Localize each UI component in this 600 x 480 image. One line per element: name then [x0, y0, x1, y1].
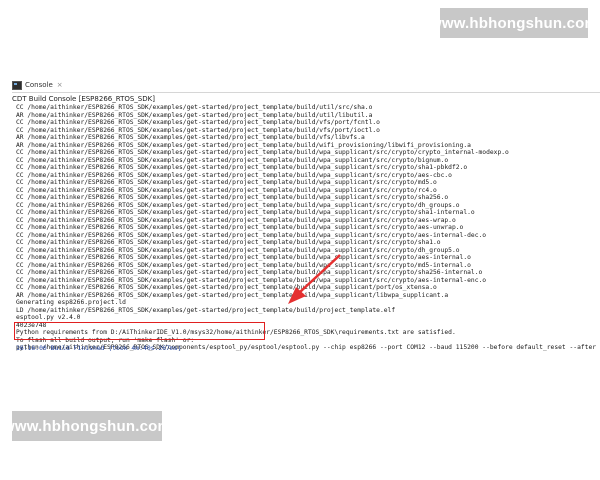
divider — [12, 92, 600, 93]
console-line: LD /home/aithinker/ESP8266_RTOS_SDK/exam… — [16, 306, 396, 314]
console-line: CC /home/aithinker/ESP8266_RTOS_SDK/exam… — [16, 186, 437, 194]
console-line: CC /home/aithinker/ESP8266_RTOS_SDK/exam… — [16, 284, 437, 291]
console-line: CC /home/aithinker/ESP8266_RTOS_SDK/exam… — [16, 276, 487, 284]
console-line: CC /home/aithinker/ESP8266_RTOS_SDK/exam… — [16, 231, 487, 239]
watermark-bottom: www.hbhongshun.com — [3, 411, 171, 441]
build-finished-line: 16:16:00 Build Finished (took 4m:40s.267… — [16, 344, 182, 352]
console-line: CC /home/aithinker/ESP8266_RTOS_SDK/exam… — [16, 254, 471, 261]
console-line: CC /home/aithinker/ESP8266_RTOS_SDK/exam… — [16, 246, 460, 254]
console-line: CC /home/aithinker/ESP8266_RTOS_SDK/exam… — [16, 224, 464, 231]
console-line: CC /home/aithinker/ESP8266_RTOS_SDK/exam… — [16, 239, 441, 246]
console-output[interactable]: CC /home/aithinker/ESP8266_RTOS_SDK/exam… — [16, 104, 600, 359]
console-line: CC /home/aithinker/ESP8266_RTOS_SDK/exam… — [16, 171, 452, 179]
console-tab-label: Console — [25, 81, 53, 89]
console-line: esptool.py v2.4.0 — [16, 314, 81, 321]
highlight-box — [14, 322, 265, 340]
console-line: AR /home/aithinker/ESP8266_RTOS_SDK/exam… — [16, 291, 449, 299]
console-line: AR /home/aithinker/ESP8266_RTOS_SDK/exam… — [16, 134, 365, 141]
console-line: CC /home/aithinker/ESP8266_RTOS_SDK/exam… — [16, 156, 449, 164]
close-icon[interactable]: × — [57, 81, 63, 89]
console-line: CC /home/aithinker/ESP8266_RTOS_SDK/exam… — [16, 261, 471, 269]
console-line: CC /home/aithinker/ESP8266_RTOS_SDK/exam… — [16, 119, 380, 126]
console-line: CC /home/aithinker/ESP8266_RTOS_SDK/exam… — [16, 164, 468, 171]
console-line: CC /home/aithinker/ESP8266_RTOS_SDK/exam… — [16, 126, 380, 134]
console-line: CC /home/aithinker/ESP8266_RTOS_SDK/exam… — [16, 216, 456, 224]
console-view-tab[interactable]: Console × — [12, 80, 600, 90]
console-line: AR /home/aithinker/ESP8266_RTOS_SDK/exam… — [16, 111, 373, 119]
console-line: CC /home/aithinker/ESP8266_RTOS_SDK/exam… — [16, 149, 509, 156]
console-line: CC /home/aithinker/ESP8266_RTOS_SDK/exam… — [16, 209, 475, 216]
watermark-top: www.hbhongshun.com — [430, 8, 598, 38]
console-icon — [12, 80, 22, 90]
console-line: Generating esp8266.project.ld — [16, 299, 126, 306]
console-line: CC /home/aithinker/ESP8266_RTOS_SDK/exam… — [16, 201, 460, 209]
console-line: CC /home/aithinker/ESP8266_RTOS_SDK/exam… — [16, 179, 437, 186]
console-line: CC /home/aithinker/ESP8266_RTOS_SDK/exam… — [16, 104, 373, 111]
console-line: CC /home/aithinker/ESP8266_RTOS_SDK/exam… — [16, 194, 449, 201]
console-line: CC /home/aithinker/ESP8266_RTOS_SDK/exam… — [16, 269, 483, 276]
console-line: AR /home/aithinker/ESP8266_RTOS_SDK/exam… — [16, 141, 471, 149]
console-title: CDT Build Console [ESP8266_RTOS_SDK] — [12, 95, 155, 103]
